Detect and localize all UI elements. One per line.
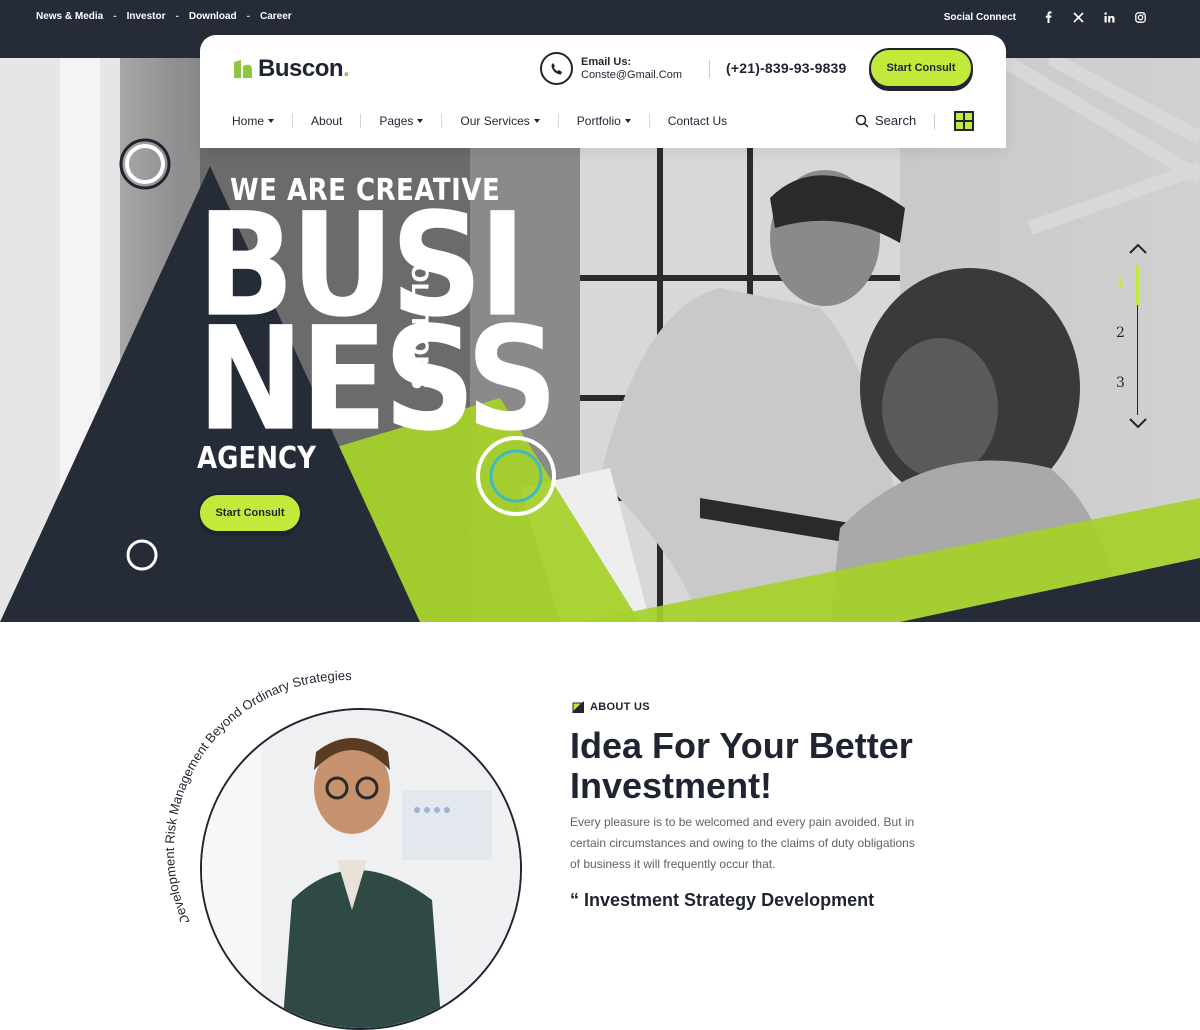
divider — [709, 60, 710, 78]
x-icon[interactable] — [1063, 10, 1094, 24]
about-title: Idea For Your Better Investment! — [570, 725, 913, 806]
tag-icon — [572, 701, 584, 713]
section-tag-label: ABOUT US — [590, 701, 650, 713]
top-link-news-media[interactable]: News & Media — [36, 11, 103, 22]
nav-item-portfolio[interactable]: Portfolio — [577, 114, 631, 128]
search-label: Search — [875, 113, 917, 128]
nav-item-about[interactable]: About — [311, 114, 342, 128]
grid-menu-icon[interactable] — [954, 111, 974, 131]
nav-item-our-services[interactable]: Our Services — [460, 114, 540, 128]
hero-line-2: NESS — [197, 296, 558, 464]
logo[interactable]: Buscon. — [232, 55, 350, 83]
nav-separator — [557, 114, 559, 128]
nav-item-pages[interactable]: Pages — [379, 114, 424, 128]
about-section: Development Risk Management Beyond Ordin… — [0, 622, 1200, 1030]
nav-separator — [360, 114, 362, 128]
contact-email: Email Us: Conste@Gmail.Com — [540, 52, 682, 85]
separator: - — [246, 11, 250, 22]
nav-separator — [292, 114, 294, 128]
top-link-career[interactable]: Career — [260, 11, 292, 22]
slide-number-3[interactable]: 3 — [1116, 375, 1125, 391]
social-connect: Social Connect — [944, 10, 1156, 24]
top-links: News & Media - Investor - Download - Car… — [36, 11, 292, 22]
chevron-down-icon — [417, 119, 424, 123]
top-link-investor[interactable]: Investor — [127, 11, 166, 22]
phone-icon — [540, 52, 573, 85]
slider-down-icon[interactable] — [1128, 417, 1148, 429]
logo-text: Buscon. — [258, 55, 350, 82]
phone-number[interactable]: (+21)-839-93-9839 — [726, 60, 847, 76]
about-subheading: “ Investment Strategy Development — [570, 890, 875, 910]
email-address[interactable]: Conste@Gmail.Com — [581, 69, 682, 82]
social-connect-label: Social Connect — [943, 11, 1016, 23]
header: Buscon. Email Us: Conste@Gmail.Com (+21)… — [200, 35, 1006, 148]
chevron-down-icon — [624, 119, 631, 123]
nav-item-home[interactable]: Home — [232, 114, 275, 128]
instagram-icon[interactable] — [1125, 10, 1156, 24]
hero-start-consult-button[interactable]: Start Consult — [198, 493, 302, 533]
chevron-down-icon — [268, 119, 275, 123]
quote-icon: “ — [570, 890, 585, 910]
main-nav: Home About Pages Our Services Portfolio … — [232, 114, 727, 128]
nav-separator — [648, 114, 650, 128]
separator: - — [113, 11, 117, 22]
top-link-download[interactable]: Download — [189, 11, 237, 22]
section-tag: ABOUT US — [572, 701, 650, 713]
hero-line-3: AGENCY — [197, 441, 316, 477]
nav-item-contact-us[interactable]: Contact Us — [668, 114, 727, 128]
facebook-icon[interactable] — [1032, 10, 1063, 24]
slide-number-1[interactable]: 1 — [1116, 275, 1125, 291]
chevron-down-icon — [533, 119, 540, 123]
email-block: Email Us: Conste@Gmail.Com — [581, 56, 682, 82]
separator: - — [175, 11, 179, 22]
nav-separator — [441, 114, 443, 128]
divider — [934, 114, 935, 130]
search-button[interactable]: Search — [855, 113, 916, 128]
team-photo — [200, 708, 522, 1030]
search-icon — [855, 114, 869, 128]
logo-icon — [234, 60, 252, 78]
slider-progress — [1136, 265, 1139, 305]
slide-number-2[interactable]: 2 — [1116, 325, 1125, 341]
header-start-consult-button[interactable]: Start Consult — [869, 48, 973, 88]
email-label: Email Us: — [581, 55, 632, 68]
slider-up-icon[interactable] — [1128, 243, 1148, 255]
linkedin-icon[interactable] — [1094, 10, 1125, 24]
about-description: Every pleasure is to be welcomed and eve… — [570, 815, 915, 871]
slider-nav: 1 2 3 — [1110, 243, 1150, 443]
